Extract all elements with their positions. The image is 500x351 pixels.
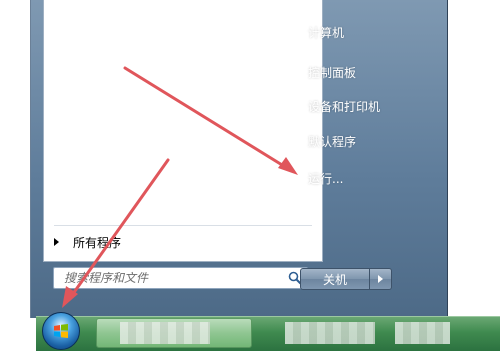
- shutdown-label: 关机: [322, 272, 347, 287]
- start-menu-left-pane: 所有程序: [43, 0, 323, 262]
- taskbar-blurred-item: [285, 322, 375, 344]
- menu-item-devices-printers[interactable]: 设备和打印机: [308, 98, 380, 116]
- background-area: [448, 0, 500, 316]
- chevron-right-icon: [378, 275, 383, 283]
- all-programs-button[interactable]: 所有程序: [54, 233, 121, 251]
- search-box[interactable]: [53, 267, 308, 289]
- shutdown-button[interactable]: 关机: [300, 268, 370, 290]
- menu-item-computer[interactable]: 计算机: [308, 24, 344, 42]
- triangle-right-icon: [54, 238, 59, 246]
- windows-logo-icon: [54, 324, 68, 338]
- taskbar-blurred-item: [120, 322, 210, 344]
- all-programs-label: 所有程序: [73, 235, 122, 250]
- menu-item-control-panel[interactable]: 控制面板: [308, 64, 356, 82]
- search-input[interactable]: [62, 268, 285, 288]
- taskbar-blurred-item: [395, 322, 450, 344]
- shutdown-options-button[interactable]: [370, 268, 392, 290]
- start-button[interactable]: [42, 312, 80, 350]
- divider: [54, 225, 312, 226]
- menu-item-run[interactable]: 运行...: [308, 170, 343, 188]
- menu-item-default-programs[interactable]: 默认程序: [308, 133, 356, 151]
- shutdown-group: 关机: [300, 268, 392, 290]
